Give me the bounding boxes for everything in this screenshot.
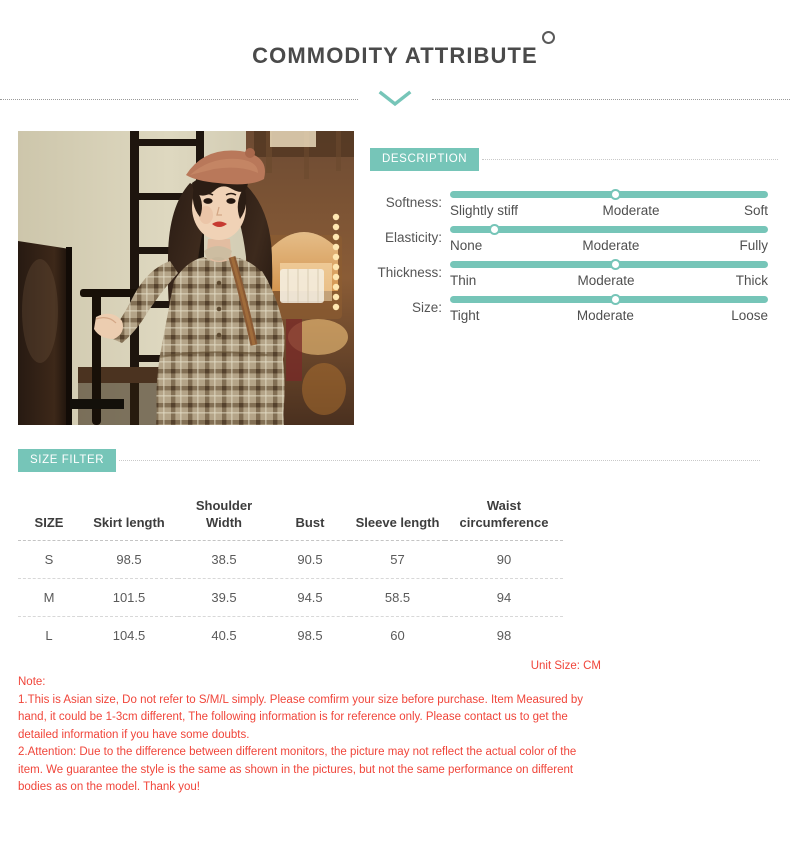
page-header: COMMODITY ATTRIBUTE [0,0,790,69]
slider-size: Size: Tight Moderate Loose [370,294,790,323]
cell-skirt-length: 101.5 [80,578,178,618]
col-header-shoulder-width: Shoulder Width [178,491,270,542]
slider-softness-scale-low: Slightly stiff [450,203,519,218]
cell-size: M [18,578,80,618]
description-panel: DESCRIPTION Softness: Slightly stiff Mod… [370,131,790,331]
col-header-bust: Bust [270,491,350,542]
notes-line-1: 1.This is Asian size, Do not refer to S/… [18,693,583,741]
attribute-sliders: Softness: Slightly stiff Moderate Soft E… [370,189,790,323]
col-header-size: SIZE [18,491,80,542]
table-row[interactable]: M 101.5 39.5 94.5 58.5 94 [18,578,563,618]
circle-degree-icon [541,31,555,44]
slider-thickness-scale: Thin Moderate Thick [450,273,768,288]
slider-thickness-body: Thin Moderate Thick [450,259,768,288]
cell-shoulder-width: 39.5 [178,578,270,618]
slider-softness-scale-mid: Moderate [602,203,660,218]
table-header-row: SIZE Skirt length Shoulder Width Bust Sl… [18,491,563,542]
slider-softness-body: Slightly stiff Moderate Soft [450,189,768,218]
slider-elasticity-body: None Moderate Fully [450,224,768,253]
cell-size: L [45,628,53,644]
cell-sleeve-length: 60 [390,628,405,644]
slider-thickness-scale-high: Thick [735,273,768,288]
slider-elasticity-thumb[interactable] [489,224,501,235]
slider-softness: Softness: Slightly stiff Moderate Soft [370,189,790,218]
cell-bust: 98.5 [297,628,323,644]
main-content: DESCRIPTION Softness: Slightly stiff Mod… [0,131,790,425]
chevron-down-icon [378,90,412,107]
slider-thickness: Thickness: Thin Moderate Thick [370,259,790,288]
size-filter-badge: SIZE FILTER [18,449,117,472]
cell-skirt-length: 98.5 [80,540,178,580]
cell-skirt-length: 104.5 [112,628,146,644]
col-header-skirt-length: Skirt length [80,491,178,542]
cell-waist-circumference: 98 [496,628,512,644]
cell-sleeve-length: 57 [350,540,445,580]
slider-size-body: Tight Moderate Loose [450,294,768,323]
cell-sleeve-length: 58.5 [350,578,445,618]
slider-softness-label: Softness: [385,195,442,210]
table-row[interactable]: S 98.5 38.5 90.5 57 90 [18,540,563,580]
description-badge-row: DESCRIPTION [370,148,790,171]
divider-dotted-right [432,98,790,100]
cell-shoulder-width: 40.5 [211,628,237,644]
slider-size-scale-low: Tight [450,308,480,323]
cell-waist-circumference: 94 [445,578,563,618]
header-divider [0,90,790,108]
slider-softness-thumb[interactable] [609,189,621,200]
cell-waist-circumference: 90 [445,540,563,580]
size-filter-badge-dotted-line [119,460,760,461]
cell-bust: 90.5 [270,540,350,580]
col-header-waist-circumference: Waist circumference [445,491,563,542]
slider-thickness-scale-mid: Moderate [577,273,635,288]
slider-elasticity-scale: None Moderate Fully [450,238,768,253]
slider-thickness-label: Thickness: [377,265,442,280]
slider-size-label: Size: [411,300,442,315]
slider-size-scale: Tight Moderate Loose [450,308,768,323]
slider-elasticity: Elasticity: None Moderate Fully [370,224,790,253]
slider-thickness-scale-low: Thin [450,273,477,288]
size-filter-badge-row: SIZE FILTER [18,449,772,472]
chevron-container [358,90,432,108]
cell-size: S [18,540,80,580]
slider-elasticity-scale-high: Fully [739,238,768,253]
slider-thickness-track[interactable] [450,259,768,270]
divider-dotted-left [0,98,358,100]
slider-size-scale-high: Loose [731,308,768,323]
slider-softness-scale: Slightly stiff Moderate Soft [450,203,768,218]
product-photo-illustration [18,131,354,425]
col-header-sleeve-length: Sleeve length [350,491,445,542]
table-row[interactable]: L 104.5 40.5 98.5 60 98 [18,617,563,655]
notes-section: Note: 1.This is Asian size, Do not refer… [18,674,598,796]
slider-size-thumb[interactable] [609,294,621,305]
product-photo[interactable] [18,131,354,425]
slider-thickness-thumb[interactable] [609,259,621,270]
page-title-text: COMMODITY ATTRIBUTE [252,43,538,68]
notes-line-2: 2.Attention: Due to the difference betwe… [18,746,577,794]
slider-elasticity-scale-low: None [450,238,483,253]
slider-softness-scale-high: Soft [743,203,768,218]
description-badge: DESCRIPTION [370,148,480,171]
size-filter-section: SIZE FILTER SIZE Skirt length Shoulder W… [18,449,772,672]
page-title: COMMODITY ATTRIBUTE [252,31,555,69]
slider-size-scale-mid: Moderate [576,308,634,323]
slider-elasticity-label: Elasticity: [384,230,442,245]
slider-size-track[interactable] [450,294,768,305]
cell-shoulder-width: 38.5 [178,540,270,580]
slider-elasticity-scale-mid: Moderate [582,238,640,253]
description-badge-dotted-line [482,159,778,160]
cell-bust: 94.5 [270,578,350,618]
notes-heading: Note: [18,676,46,689]
size-chart-table: SIZE Skirt length Shoulder Width Bust Sl… [18,491,563,654]
unit-size-label: Unit Size: CM [530,660,601,673]
slider-softness-track[interactable] [450,189,768,200]
slider-elasticity-track[interactable] [450,224,768,235]
